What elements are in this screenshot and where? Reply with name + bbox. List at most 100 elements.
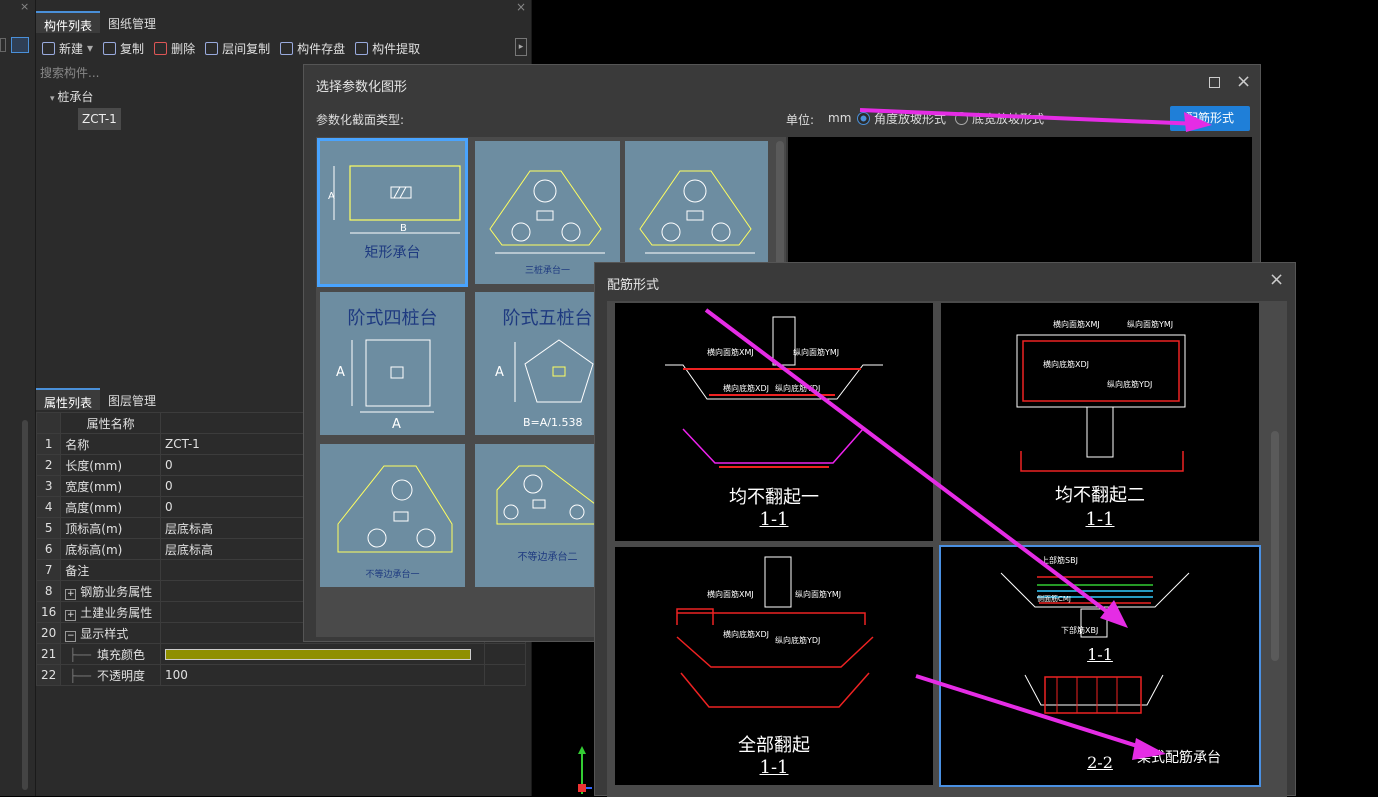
component-toolbar: 新建 ▾ 复制 删除 层间复制 构件存盘 构件提取 [36,37,424,59]
five-pile-formula: B=A/1.538 [523,416,583,429]
label-xmj-2: 横向面筋XMJ [1053,319,1100,329]
left-sidebar-strip: × [0,0,36,796]
rect-cap-drawing: B A [328,165,461,234]
property-name: 高度(mm) [65,500,123,515]
save-icon [280,41,294,55]
four-pile-dim-a: A [392,417,401,432]
fill-color-swatch[interactable] [165,648,471,660]
unequal-1-drawing [337,465,453,553]
rebar-cell-beam-type[interactable]: 上部筋SBJ 下部筋XBJ 侧面筋CMJ 1-1 2-2 梁式配筋承台 [939,545,1261,787]
property-name: 填充颜色 [96,647,145,662]
all-bend-title: 全部翻起 [738,735,810,756]
property-row-num: 6 [35,538,62,560]
new-icon [42,41,55,55]
save-component-label: 构件存盘 [297,41,346,56]
save-component-button[interactable]: 构件存盘 [280,40,345,57]
tree-item-zct1[interactable]: ZCT-1 [78,108,121,130]
side-scrollbar[interactable] [22,420,28,790]
property-name: 备注 [65,563,90,578]
extract-component-button[interactable]: 构件提取 [355,40,420,57]
four-pile-label: 阶式四桩台 [347,308,438,329]
label-ydj-2: 纵向底筋YDJ [1107,379,1152,389]
dialog2-close-icon[interactable]: × [1269,269,1284,290]
property-tabs: 属性列表 图层管理 [36,388,164,410]
property-name-cell: 名称 [60,433,161,455]
label-xdj-2: 横向底筋XDJ [1043,359,1089,369]
shape-cell-four-pile[interactable]: 阶式四桩台 A A [320,292,465,435]
toolbar-overflow-icon[interactable]: ▸ [515,38,527,56]
new-button[interactable]: 新建 ▾ [42,40,93,57]
collapse-icon[interactable]: − [65,630,77,642]
radio-angle-slope[interactable]: 角度放坡形式 [857,110,946,127]
shape-cell-rect[interactable]: B A 矩形承台 [317,138,468,287]
radio-checked-icon [857,112,870,125]
tree-root[interactable]: ▾ 桩承台 [50,88,93,105]
property-value-cell[interactable]: 100 [159,664,486,686]
collapse-icon[interactable] [0,38,6,52]
close-icon[interactable]: × [20,0,32,13]
tree-line: ├── [69,668,91,683]
tab-drawing-manage[interactable]: 图纸管理 [100,11,164,33]
expand-icon[interactable]: + [65,588,77,600]
beam-type-title: 梁式配筋承台 [1137,750,1221,766]
property-row-num: 16 [35,601,62,623]
property-row-num: 5 [35,517,62,539]
tab-property-list[interactable]: 属性列表 [36,388,101,410]
list-view-icon[interactable] [11,37,29,53]
floor-copy-button[interactable]: 层间复制 [205,40,270,57]
property-name: 长度(mm) [65,458,123,473]
rebar-form-button[interactable]: 配筋形式 [1170,106,1250,131]
rebar-cell-no-bend-2[interactable]: 横向面筋XMJ 纵向面筋YMJ 横向底筋XDJ 纵向底筋YDJ 均不翻起二 1-… [941,303,1259,541]
radio-width-slope[interactable]: 底宽放坡形式 [955,110,1044,127]
property-name: 显示样式 [80,626,129,641]
property-row[interactable]: 21 ├── 填充颜色 [35,643,526,665]
label-ydj: 纵向底筋YDJ [775,383,820,393]
property-name: 土建业务属性 [80,605,153,620]
tree-root-label: 桩承台 [57,90,94,104]
rebar-grid: 横向面筋XMJ 纵向面筋YMJ 横向底筋XDJ 纵向底筋YDJ 均不翻起一 1-… [607,301,1287,797]
property-value-cell[interactable] [159,643,486,665]
tab-layer-manage[interactable]: 图层管理 [100,388,164,410]
property-name: 底标高(m) [65,542,123,557]
property-name-cell: 底标高(m) [60,538,161,560]
rebar-cell-all-bend[interactable]: 横向面筋XMJ 纵向面筋YMJ 横向底筋XDJ 纵向底筋YDJ 全部翻起 1-1 [615,547,933,785]
property-extra-cell [484,643,526,665]
maximize-icon[interactable] [1209,77,1220,88]
copy-label: 复制 [120,41,145,56]
property-name-cell: ├── 不透明度 [60,664,161,686]
no-bend-1-title: 均不翻起一 [729,487,819,508]
delete-button[interactable]: 删除 [154,40,195,57]
radio-angle-slope-label: 角度放坡形式 [874,112,947,126]
copy-button[interactable]: 复制 [103,40,144,57]
label-xdj-3: 横向底筋XDJ [723,629,769,639]
label-xmj: 横向面筋XMJ [707,347,754,357]
property-row-num: 8 [35,580,62,602]
dim-a: A [328,191,335,202]
floor-copy-icon [205,41,219,55]
axis-y-arrow [578,746,586,754]
header-num-cell [35,412,62,434]
property-row-num: 4 [35,496,62,518]
label-cmj: 侧面筋CMJ [1037,594,1071,603]
rebar-grid-scrollbar[interactable] [1271,431,1279,661]
label-xdj: 横向底筋XDJ [723,383,769,393]
property-row[interactable]: 22 ├── 不透明度 100 [35,664,526,686]
shape-cell-unequal-1[interactable]: 不等边承台一 [320,444,465,587]
extract-icon [355,41,369,55]
dialog1-close-icon[interactable]: × [1236,71,1251,92]
property-row-num: 7 [35,559,62,581]
label-xbj: 下部筋XBJ [1061,625,1098,635]
tab-component-list[interactable]: 构件列表 [36,11,101,33]
property-name: 钢筋业务属性 [80,584,153,599]
label-ymj-3: 纵向面筋YMJ [795,589,841,599]
property-name-cell: + 钢筋业务属性 [60,580,161,602]
property-name-cell: 宽度(mm) [60,475,161,497]
unequal-1-label: 不等边承台一 [365,570,420,580]
property-name-cell: 长度(mm) [60,454,161,476]
panel-close-icon[interactable]: × [516,0,526,14]
property-row-num: 3 [35,475,62,497]
axis-origin [578,784,586,792]
floor-copy-label: 层间复制 [222,41,271,56]
expand-icon[interactable]: + [65,609,77,621]
rebar-cell-no-bend-1[interactable]: 横向面筋XMJ 纵向面筋YMJ 横向底筋XDJ 纵向底筋YDJ 均不翻起一 1-… [615,303,933,541]
